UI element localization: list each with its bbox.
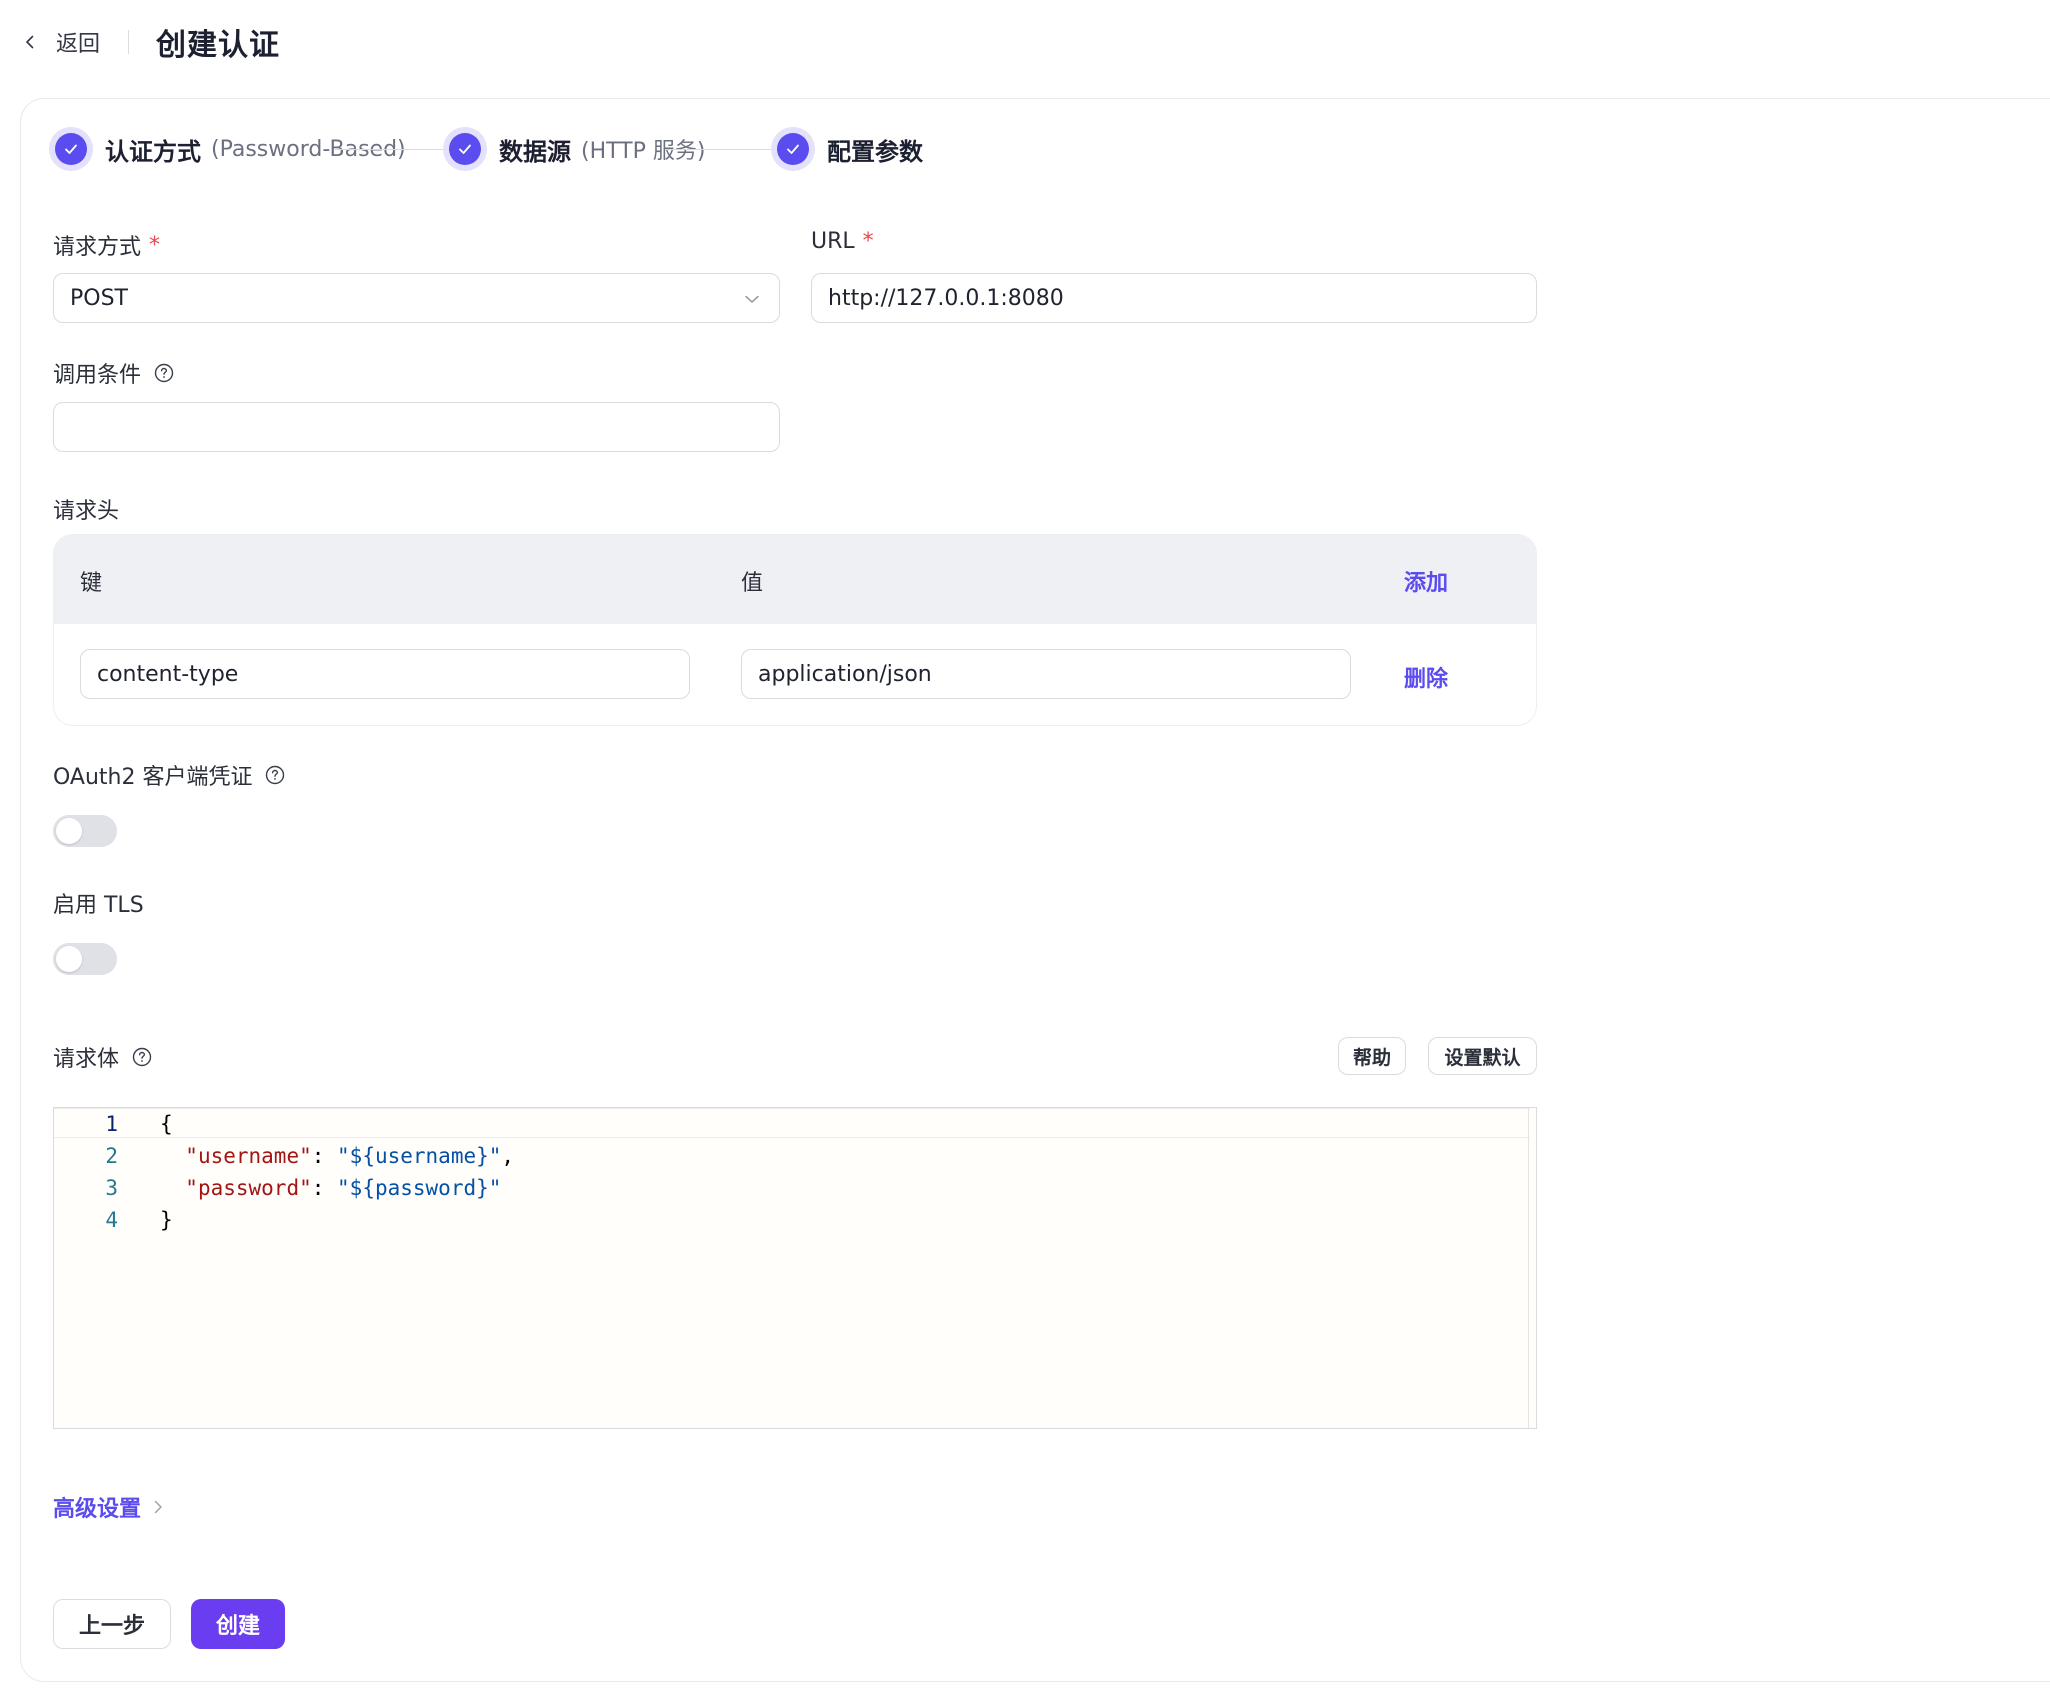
editor-scrollbar[interactable] xyxy=(1528,1108,1536,1428)
line-number: 4 xyxy=(105,1208,118,1232)
tls-label: 启用 TLS xyxy=(53,887,144,919)
chevron-left-icon xyxy=(26,35,34,49)
code-text: { xyxy=(160,1112,173,1136)
toggle-knob xyxy=(56,946,82,972)
line-number: 2 xyxy=(105,1144,118,1168)
url-label: URL * xyxy=(811,229,874,254)
top-bar: 返回 创建认证 xyxy=(0,0,2050,84)
column-header-key: 键 xyxy=(80,571,103,596)
back-button[interactable]: 返回 xyxy=(22,24,100,60)
step-connector xyxy=(665,149,775,150)
line-number: 1 xyxy=(105,1112,118,1136)
step-connector xyxy=(335,149,445,150)
oauth2-toggle[interactable] xyxy=(53,815,117,847)
body-help-button[interactable]: 帮助 xyxy=(1338,1037,1406,1075)
tls-toggle[interactable] xyxy=(53,943,117,975)
advanced-settings-label: 高级设置 xyxy=(53,1497,142,1522)
condition-label: 调用条件 xyxy=(53,357,175,389)
page-title: 创建认证 xyxy=(156,28,280,63)
headers-table-header: 键 值 添加 xyxy=(54,535,1536,624)
code-text: } xyxy=(160,1208,173,1232)
code-line: 4 } xyxy=(54,1204,1514,1236)
line-number: 3 xyxy=(105,1176,118,1200)
method-label-text: 请求方式 xyxy=(53,235,142,260)
headers-label-text: 请求头 xyxy=(53,499,120,524)
step-config-params[interactable]: 配置参数 xyxy=(771,127,923,171)
url-input-value: http://127.0.0.1:8080 xyxy=(828,285,1064,311)
code-line: 3 "password": "${password}" xyxy=(54,1172,1514,1204)
delete-header-button[interactable]: 删除 xyxy=(1404,661,1448,693)
headers-table: 键 值 添加 content-type application/json 删除 xyxy=(53,534,1537,726)
condition-label-text: 调用条件 xyxy=(53,363,142,388)
question-circle-icon[interactable] xyxy=(153,362,175,384)
header-key-input[interactable]: content-type xyxy=(80,649,690,699)
chevron-right-icon xyxy=(154,1500,162,1514)
back-label: 返回 xyxy=(56,32,101,57)
stepper: 认证方式 (Password-Based) 数据源 (HTTP 服务) 配置参数 xyxy=(49,127,1249,171)
question-circle-icon[interactable] xyxy=(264,764,286,786)
oauth2-label-text: OAuth2 客户端凭证 xyxy=(53,765,253,790)
required-mark: * xyxy=(149,232,161,258)
condition-input[interactable] xyxy=(53,402,780,452)
body-label-text: 请求体 xyxy=(53,1047,120,1072)
code-text: "password": "${password}" xyxy=(185,1176,502,1200)
form-card: 认证方式 (Password-Based) 数据源 (HTTP 服务) 配置参数… xyxy=(20,98,2050,1682)
header-key-value: content-type xyxy=(97,661,239,687)
oauth2-label: OAuth2 客户端凭证 xyxy=(53,759,286,791)
chevron-down-icon xyxy=(745,295,759,303)
header-value-input[interactable]: application/json xyxy=(741,649,1351,699)
tls-label-text: 启用 TLS xyxy=(53,893,144,918)
step-check-icon xyxy=(49,127,93,171)
add-header-button[interactable]: 添加 xyxy=(1404,565,1448,597)
column-header-value: 值 xyxy=(741,571,764,596)
step-check-icon xyxy=(771,127,815,171)
body-label: 请求体 xyxy=(53,1041,153,1073)
previous-step-button[interactable]: 上一步 xyxy=(53,1599,171,1649)
url-label-text: URL xyxy=(811,229,855,254)
divider xyxy=(128,30,129,54)
step-title: 数据源 xyxy=(499,137,571,166)
create-button[interactable]: 创建 xyxy=(191,1599,285,1649)
required-mark: * xyxy=(862,229,874,254)
step-check-icon xyxy=(443,127,487,171)
step-title: 配置参数 xyxy=(827,137,923,166)
code-editor[interactable]: 1 { 2 "username": "${username}", 3 "pass… xyxy=(53,1107,1537,1429)
set-default-button[interactable]: 设置默认 xyxy=(1428,1037,1537,1075)
header-value-value: application/json xyxy=(758,661,932,687)
step-title: 认证方式 xyxy=(105,137,201,166)
code-line: 1 { xyxy=(54,1108,1514,1140)
headers-label: 请求头 xyxy=(53,493,119,525)
url-input[interactable]: http://127.0.0.1:8080 xyxy=(811,273,1537,323)
code-text: "username": "${username}", xyxy=(185,1144,515,1168)
method-select-value: POST xyxy=(70,285,128,311)
method-label: 请求方式 * xyxy=(53,229,160,261)
method-select[interactable]: POST xyxy=(53,273,780,323)
advanced-settings-link[interactable]: 高级设置 xyxy=(53,1491,165,1523)
question-circle-icon[interactable] xyxy=(131,1046,153,1068)
code-line: 2 "username": "${username}", xyxy=(54,1140,1514,1172)
toggle-knob xyxy=(56,818,82,844)
